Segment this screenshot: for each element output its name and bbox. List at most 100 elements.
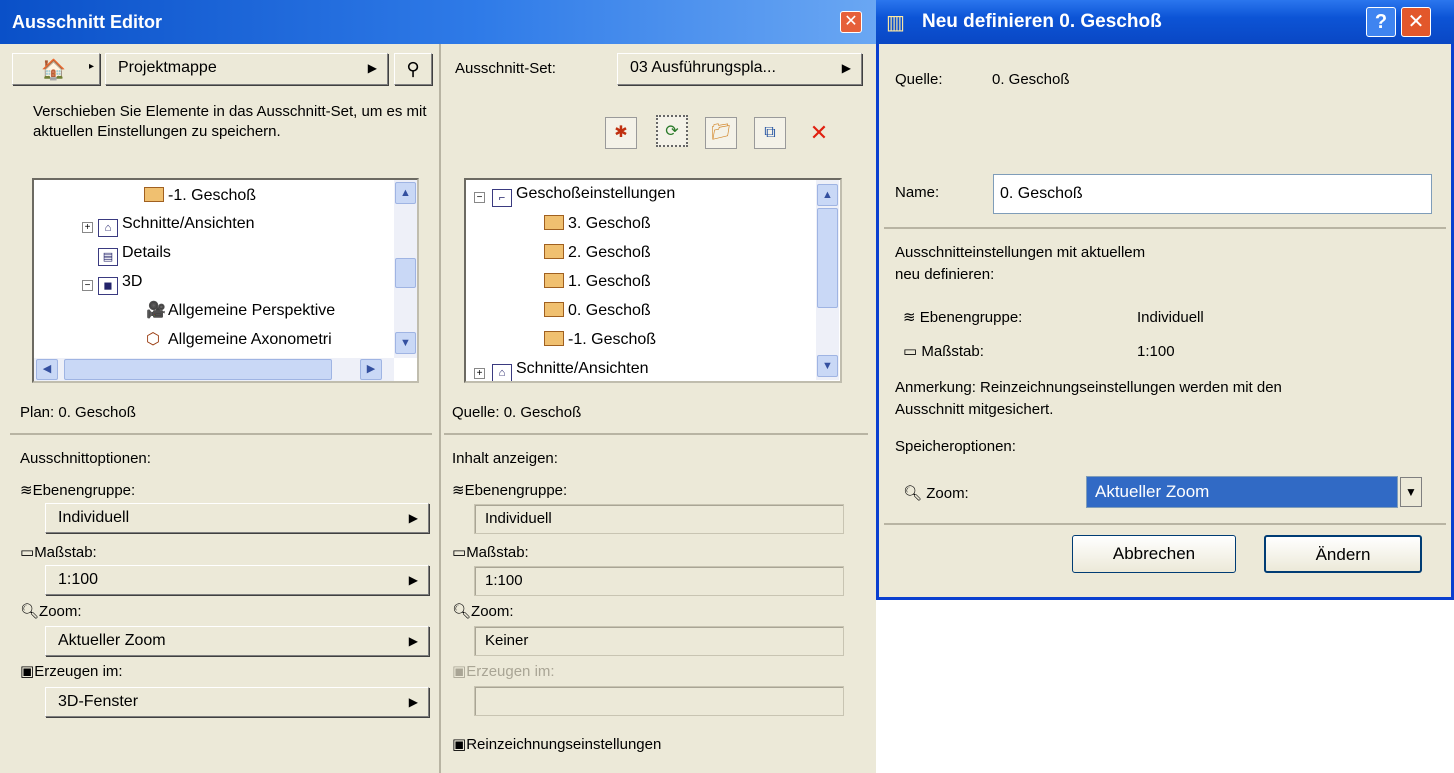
floor-icon xyxy=(544,244,564,259)
view-options-heading: Ausschnittoptionen: xyxy=(20,450,151,467)
help-button[interactable]: ? xyxy=(1366,7,1396,37)
view-set-tree[interactable]: − ⌐ Geschoßeinstellungen 3. Geschoß 2. Ge… xyxy=(464,178,842,383)
dialog-close-button[interactable]: ✕ xyxy=(1401,7,1431,37)
tree-item-label: Schnitte/Ansichten xyxy=(122,215,255,232)
scroll-up-icon[interactable]: ▲ xyxy=(817,184,838,206)
view-tree-scrollbar[interactable]: ▲ ▼ xyxy=(816,180,839,380)
layer-combo-readonly: Individuell xyxy=(474,504,844,534)
cancel-button[interactable]: Abbrechen xyxy=(1072,535,1236,573)
window-icon: ▣ xyxy=(20,663,35,680)
view-set-label: Ausschnitt-Set: xyxy=(455,60,556,77)
layer-combo-row: ≋ Ebenengruppe: xyxy=(903,308,1022,328)
scroll-right-icon[interactable]: ▶ xyxy=(360,359,382,380)
model-display-label-row[interactable]: ▣Reinzeichnungseinstellungen xyxy=(452,735,661,755)
right-section-divider xyxy=(444,433,868,435)
tree-item-label: 3. Geschoß xyxy=(568,215,651,232)
redefine-text-line1: Ausschnitteinstellungen mit aktuellem xyxy=(895,244,1146,261)
tree-item[interactable]: ⌂ Schnitte/Ansichten xyxy=(98,210,255,238)
tree-item-label: Allgemeine Perspektive xyxy=(168,302,336,319)
view-set-dropdown[interactable]: 03 Ausführungspla... ▶ xyxy=(617,53,862,85)
chevron-right-icon: ▸ xyxy=(89,61,95,72)
source-label: Quelle: xyxy=(895,71,943,88)
dialog-title: Neu definieren 0. Geschoß xyxy=(922,11,1162,32)
zoom-select[interactable]: Aktueller Zoom xyxy=(1086,476,1398,508)
tree-item[interactable]: ▤ Details xyxy=(98,239,171,267)
zoom-label-row: 🔍︎Zoom: xyxy=(20,602,82,622)
ruler-icon: ▭ xyxy=(452,544,467,561)
tree-item[interactable]: 3. Geschoß xyxy=(544,210,651,238)
floor-icon xyxy=(544,302,564,317)
scale-label-row: ▭Maßstab: xyxy=(20,543,97,563)
zoom-readonly: Keiner xyxy=(474,626,844,656)
settings-pin-button[interactable]: ⚲ xyxy=(394,53,432,85)
new-view-icon[interactable]: ✱ xyxy=(605,117,637,149)
tree-item[interactable]: 🎥 Allgemeine Perspektive xyxy=(146,297,335,325)
tree-item[interactable]: ⌂ Schnitte/Ansichten xyxy=(492,355,649,381)
create-in-dropdown[interactable]: 3D-Fenster ▶ xyxy=(45,687,429,717)
scroll-thumb[interactable] xyxy=(64,359,332,380)
layer-label: Ebenengruppe: xyxy=(464,482,568,499)
scroll-thumb[interactable] xyxy=(817,208,838,308)
chevron-right-icon: ▶ xyxy=(408,634,418,648)
source-value: 0. Geschoß xyxy=(992,71,1070,88)
source-dropdown[interactable]: Projektmappe ▶ xyxy=(105,53,388,85)
model-settings-icon: ▣ xyxy=(452,736,467,753)
layer-combo-label-row: ≋Ebenengruppe: xyxy=(452,481,567,501)
tree-item[interactable]: -1. Geschoß xyxy=(544,326,656,354)
section-icon: ⌂ xyxy=(492,364,512,381)
name-input[interactable]: 0. Geschoß xyxy=(993,174,1432,214)
ruler-icon: ▭ xyxy=(20,544,35,561)
tree-item[interactable]: 2. Geschoß xyxy=(544,239,651,267)
change-button[interactable]: Ändern xyxy=(1264,535,1422,573)
collapse-icon[interactable]: − xyxy=(474,192,485,203)
scale-dropdown[interactable]: 1:100 ▶ xyxy=(45,565,429,595)
scroll-thumb[interactable] xyxy=(395,258,416,288)
tree-item-label: 1. Geschoß xyxy=(568,273,651,290)
save-options-heading: Speicheroptionen: xyxy=(895,438,1016,455)
project-map-mode-button[interactable]: 🏠 ▸ xyxy=(12,53,100,85)
expand-icon[interactable]: + xyxy=(82,222,93,233)
tree-item[interactable]: ⬡ Allgemeine Axonometri xyxy=(146,326,332,354)
scroll-down-icon[interactable]: ▼ xyxy=(395,332,416,354)
collapse-icon[interactable]: − xyxy=(82,280,93,291)
dialog-divider-2 xyxy=(884,523,1446,525)
scale-label: Maßstab: xyxy=(466,544,529,561)
scroll-down-icon[interactable]: ▼ xyxy=(817,355,838,377)
expand-icon[interactable]: + xyxy=(474,368,485,379)
view-source-status: Quelle: 0. Geschoß xyxy=(452,404,582,421)
floor-icon xyxy=(544,215,564,230)
layer-label: Ebenengruppe: xyxy=(32,482,136,499)
project-map-tree[interactable]: -1. Geschoß + ⌂ Schnitte/Ansichten ▤ Detai… xyxy=(32,178,419,383)
3d-icon: ◼ xyxy=(98,277,118,295)
editor-close-button[interactable]: ✕ xyxy=(840,11,862,33)
tree-item-label: Geschoßeinstellungen xyxy=(516,185,676,202)
scale-readonly: 1:100 xyxy=(474,566,844,596)
new-folder-icon[interactable]: 📁︎ xyxy=(705,117,737,149)
view-settings-icon[interactable]: ⧉ xyxy=(754,117,786,149)
note-line1: Anmerkung: Reinzeichnungseinstellungen w… xyxy=(895,379,1282,396)
tree-item[interactable]: -1. Geschoß xyxy=(144,182,256,210)
delete-icon[interactable]: ✕ xyxy=(803,117,835,149)
floor-icon xyxy=(544,273,564,288)
tree-item[interactable]: ⌐ Geschoßeinstellungen xyxy=(492,180,675,208)
create-in-label-row: ▣Erzeugen im: xyxy=(20,662,123,682)
chevron-right-icon: ▶ xyxy=(408,511,418,525)
zoom-label: Zoom: xyxy=(471,603,514,620)
layer-combo-dropdown[interactable]: Individuell ▶ xyxy=(45,503,429,533)
chevron-right-icon: ▶ xyxy=(841,61,851,75)
create-in-label-row: ▣Erzeugen im: xyxy=(452,662,555,682)
scroll-left-icon[interactable]: ◀ xyxy=(36,359,58,380)
create-in-label: Erzeugen im: xyxy=(466,663,555,680)
scroll-up-icon[interactable]: ▲ xyxy=(395,182,416,204)
tree-horizontal-scrollbar[interactable]: ◀ ▶ xyxy=(34,358,394,381)
create-in-value: 3D-Fenster xyxy=(58,693,139,710)
chevron-down-icon[interactable]: ▼ xyxy=(1400,477,1422,507)
zoom-dropdown[interactable]: Aktueller Zoom ▶ xyxy=(45,626,429,656)
tree-item[interactable]: 0. Geschoß xyxy=(544,297,651,325)
redefine-view-icon[interactable]: ⟳ xyxy=(656,115,688,147)
layer-combo-label-row: ≋Ebenengruppe: xyxy=(20,481,135,501)
tree-vertical-scrollbar[interactable]: ▲ ▼ xyxy=(394,180,417,358)
tree-item[interactable]: 1. Geschoß xyxy=(544,268,651,296)
tree-item[interactable]: ◼ 3D xyxy=(98,268,142,296)
chevron-right-icon: ▶ xyxy=(408,695,418,709)
